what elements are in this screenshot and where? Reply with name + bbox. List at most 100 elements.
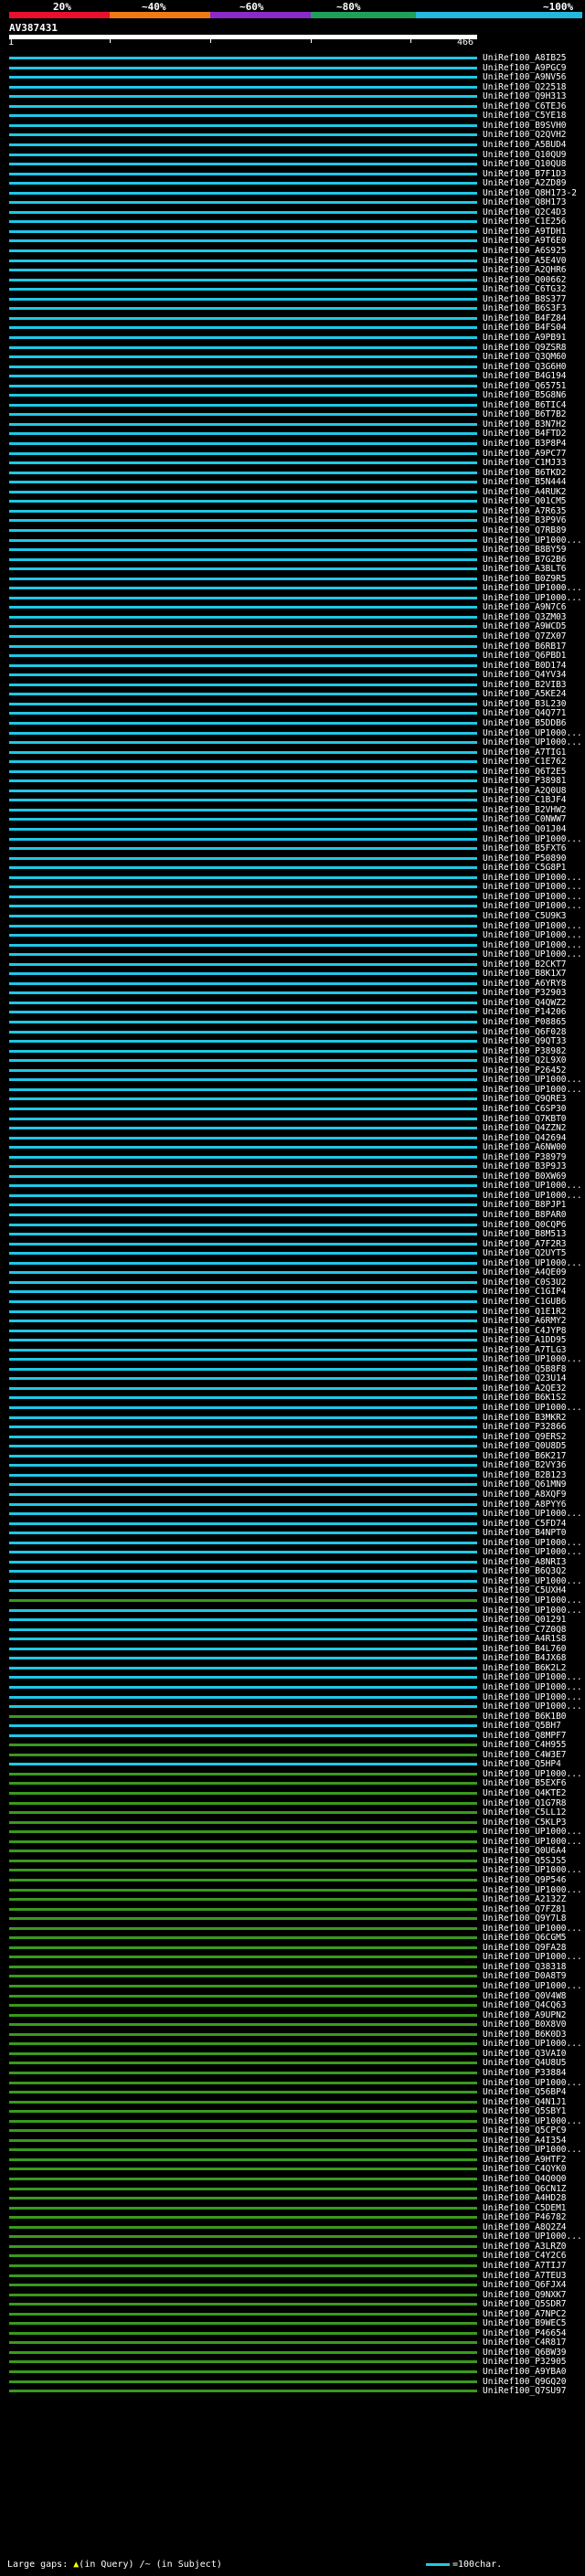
hit-label[interactable]: UniRef100_UP1000... bbox=[483, 883, 582, 892]
hit-label[interactable]: UniRef100_C1MJ33 bbox=[483, 459, 567, 468]
hit-label[interactable]: UniRef100_C1GIP4 bbox=[483, 1288, 567, 1297]
hit-label[interactable]: UniRef100_B0X8V0 bbox=[483, 2020, 567, 2030]
hit-alignment-bar[interactable] bbox=[9, 172, 477, 175]
hit-label[interactable]: UniRef100_C4Y2C6 bbox=[483, 2252, 567, 2261]
hit-label[interactable]: UniRef100_A7TEU3 bbox=[483, 2271, 567, 2281]
hit-alignment-bar[interactable] bbox=[9, 2032, 477, 2036]
hit-alignment-bar[interactable] bbox=[9, 481, 477, 484]
hit-alignment-bar[interactable] bbox=[9, 1657, 477, 1660]
hit-alignment-bar[interactable] bbox=[9, 1203, 477, 1207]
hit-label[interactable]: UniRef100_C1E762 bbox=[483, 758, 567, 767]
hit-alignment-bar[interactable] bbox=[9, 1155, 477, 1159]
hit-alignment-bar[interactable] bbox=[9, 1252, 477, 1256]
hit-label[interactable]: UniRef100_Q5HP4 bbox=[483, 1760, 561, 1769]
hit-label[interactable]: UniRef100_B4JX68 bbox=[483, 1654, 567, 1663]
hit-label[interactable]: UniRef100_Q00662 bbox=[483, 275, 567, 285]
hit-label[interactable]: UniRef100_C5UXH4 bbox=[483, 1586, 567, 1595]
hit-alignment-bar[interactable] bbox=[9, 2284, 477, 2287]
hit-label[interactable]: UniRef100_B3P9V6 bbox=[483, 516, 567, 525]
hit-label[interactable]: UniRef100_Q2L9X0 bbox=[483, 1056, 567, 1065]
hit-alignment-bar[interactable] bbox=[9, 741, 477, 745]
hit-label[interactable]: UniRef100_Q61MN9 bbox=[483, 1480, 567, 1489]
hit-label[interactable]: UniRef100_P26452 bbox=[483, 1065, 567, 1076]
hit-label[interactable]: UniRef100_A6S925 bbox=[483, 247, 567, 256]
hit-label[interactable]: UniRef100_UP1000... bbox=[483, 950, 582, 959]
hit-label[interactable]: UniRef100_Q9GQ20 bbox=[483, 2377, 567, 2387]
hit-label[interactable]: UniRef100_Q4Q771 bbox=[483, 709, 567, 718]
hit-label[interactable]: UniRef100_A9HTF2 bbox=[483, 2155, 567, 2165]
hit-alignment-bar[interactable] bbox=[9, 702, 477, 705]
hit-label[interactable]: UniRef100_UP1000... bbox=[483, 1191, 582, 1201]
hit-alignment-bar[interactable] bbox=[9, 182, 477, 186]
hit-label[interactable]: UniRef100_A5KE24 bbox=[483, 690, 567, 699]
hit-label[interactable]: UniRef100_UP1000... bbox=[483, 728, 582, 738]
hit-alignment-bar[interactable] bbox=[9, 577, 477, 580]
hit-alignment-bar[interactable] bbox=[9, 2013, 477, 2017]
hit-alignment-bar[interactable] bbox=[9, 2263, 477, 2267]
hit-alignment-bar[interactable] bbox=[9, 1956, 477, 1959]
hit-label[interactable]: UniRef100_B6K2L2 bbox=[483, 1663, 567, 1673]
hit-label[interactable]: UniRef100_Q0CQP6 bbox=[483, 1220, 567, 1230]
hit-alignment-bar[interactable] bbox=[9, 57, 477, 59]
hit-alignment-bar[interactable] bbox=[9, 2157, 477, 2161]
hit-label[interactable]: UniRef100_UP1000... bbox=[483, 1692, 582, 1702]
hit-label[interactable]: UniRef100_C0NWW7 bbox=[483, 815, 567, 824]
hit-label[interactable]: UniRef100_A9PC77 bbox=[483, 449, 567, 459]
hit-alignment-bar[interactable] bbox=[9, 461, 477, 465]
hit-label[interactable]: UniRef100_UP1000... bbox=[483, 1576, 582, 1586]
hit-label[interactable]: UniRef100_A6NW00 bbox=[483, 1143, 567, 1152]
hit-alignment-bar[interactable] bbox=[9, 1532, 477, 1535]
hit-alignment-bar[interactable] bbox=[9, 133, 477, 137]
hit-alignment-bar[interactable] bbox=[9, 1454, 477, 1458]
hit-label[interactable]: UniRef100_B5FXT6 bbox=[483, 844, 567, 853]
hit-alignment-bar[interactable] bbox=[9, 1242, 477, 1246]
hit-label[interactable]: UniRef100_B6TIC4 bbox=[483, 400, 567, 410]
hit-label[interactable]: UniRef100_A6RMY2 bbox=[483, 1317, 567, 1326]
hit-alignment-bar[interactable] bbox=[9, 2178, 477, 2180]
hit-label[interactable]: UniRef100_B7F1D3 bbox=[483, 169, 567, 179]
hit-alignment-bar[interactable] bbox=[9, 1570, 477, 1574]
hit-alignment-bar[interactable] bbox=[9, 538, 477, 542]
hit-alignment-bar[interactable] bbox=[9, 210, 477, 214]
hit-alignment-bar[interactable] bbox=[9, 905, 477, 908]
hit-label[interactable]: UniRef100_Q9P546 bbox=[483, 1875, 567, 1885]
hit-label[interactable]: UniRef100_UP1000... bbox=[483, 1866, 582, 1875]
hit-label[interactable]: UniRef100_C6TEJ6 bbox=[483, 101, 567, 111]
hit-alignment-bar[interactable] bbox=[9, 673, 477, 677]
hit-alignment-bar[interactable] bbox=[9, 789, 477, 792]
hit-label[interactable]: UniRef100_C4H955 bbox=[483, 1741, 567, 1750]
hit-alignment-bar[interactable] bbox=[9, 163, 477, 166]
hit-label[interactable]: UniRef100_UP1000... bbox=[483, 1924, 582, 1934]
hit-alignment-bar[interactable] bbox=[9, 1695, 477, 1699]
hit-label[interactable]: UniRef100_A9N7C6 bbox=[483, 603, 567, 612]
hit-label[interactable]: UniRef100_Q9QRE3 bbox=[483, 1095, 567, 1104]
hit-label[interactable]: UniRef100_UP1000... bbox=[483, 1355, 582, 1364]
hit-label[interactable]: UniRef100_C5FD74 bbox=[483, 1519, 567, 1529]
hit-alignment-bar[interactable] bbox=[9, 596, 477, 599]
hit-label[interactable]: UniRef100_A3LRZ0 bbox=[483, 2242, 567, 2252]
hit-label[interactable]: UniRef100_A7R635 bbox=[483, 506, 567, 516]
hit-label[interactable]: UniRef100_UP1000... bbox=[483, 940, 582, 950]
hit-alignment-bar[interactable] bbox=[9, 943, 477, 947]
hit-label[interactable]: UniRef100_Q0V4W8 bbox=[483, 1991, 567, 2001]
hit-alignment-bar[interactable] bbox=[9, 2138, 477, 2142]
hit-alignment-bar[interactable] bbox=[9, 750, 477, 754]
hit-label[interactable]: UniRef100_Q4QWZ2 bbox=[483, 998, 567, 1008]
hit-alignment-bar[interactable] bbox=[9, 1358, 477, 1362]
hit-label[interactable]: UniRef100_A9WCD5 bbox=[483, 622, 567, 631]
hit-alignment-bar[interactable] bbox=[9, 953, 477, 957]
hit-alignment-bar[interactable] bbox=[9, 201, 477, 205]
hit-label[interactable]: UniRef100_Q10QU9 bbox=[483, 150, 567, 160]
hit-alignment-bar[interactable] bbox=[9, 249, 477, 252]
hit-label[interactable]: UniRef100_B0XW69 bbox=[483, 1171, 567, 1182]
hit-alignment-bar[interactable] bbox=[9, 981, 477, 985]
hit-alignment-bar[interactable] bbox=[9, 962, 477, 966]
hit-alignment-bar[interactable] bbox=[9, 856, 477, 860]
hit-alignment-bar[interactable] bbox=[9, 365, 477, 368]
hit-alignment-bar[interactable] bbox=[9, 1676, 477, 1680]
hit-alignment-bar[interactable] bbox=[9, 1011, 477, 1014]
hit-label[interactable]: UniRef100_UP1000... bbox=[483, 902, 582, 911]
hit-label[interactable]: UniRef100_C5LL12 bbox=[483, 1808, 567, 1818]
hit-label[interactable]: UniRef100_B6RB17 bbox=[483, 641, 567, 652]
hit-alignment-bar[interactable] bbox=[9, 2274, 477, 2277]
